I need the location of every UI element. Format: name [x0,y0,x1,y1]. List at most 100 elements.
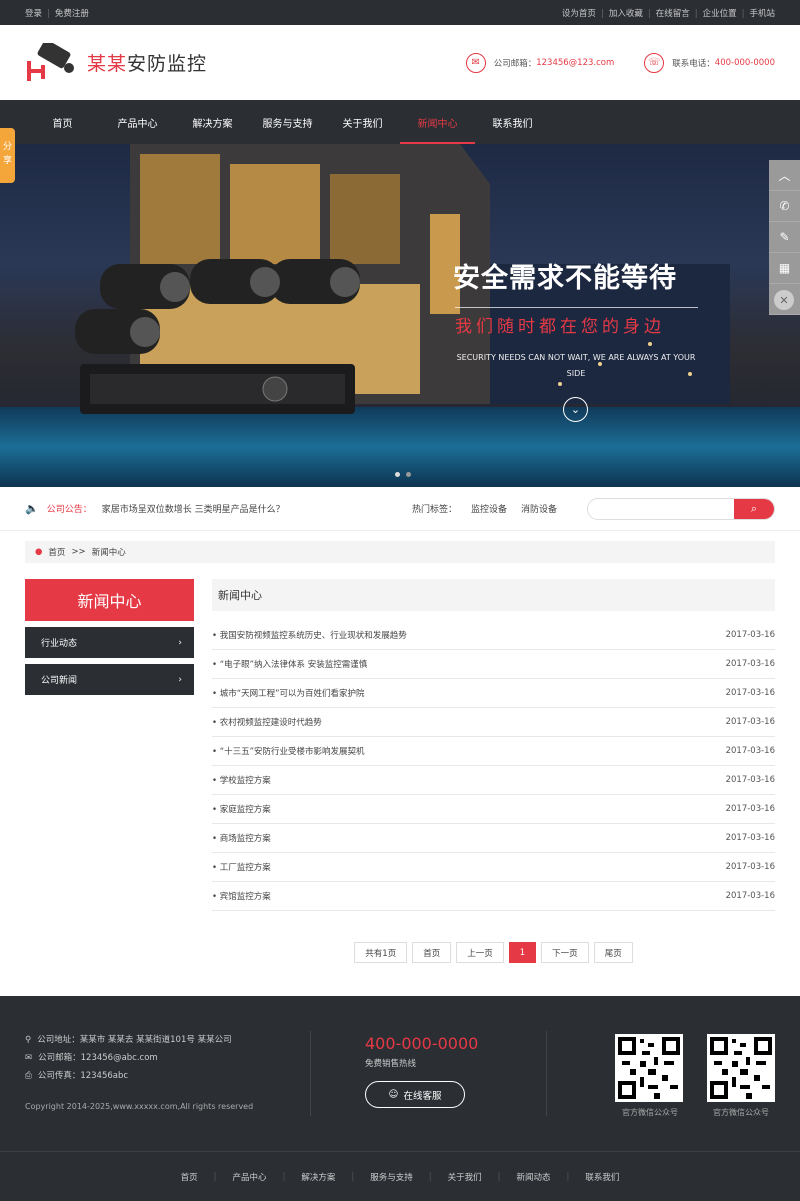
notice-text[interactable]: 家居市场呈双位数增长 三类明星产品是什么？ [102,502,285,515]
list-item[interactable]: • 家庭监控方案 2017-03-16 [212,795,775,824]
share-tab[interactable]: 分享 [0,128,15,183]
list-item[interactable]: • 工厂监控方案 2017-03-16 [212,853,775,882]
main-content: 新闻中心 行业动态 › 公司新闻 › 新闻中心 • 我国安防视频监控系统历史、行业现… [25,579,775,911]
footer-address: 公司地址：某某市 某某去 某某街道101号 某某公司 [37,1035,232,1045]
news-date: 2017-03-16 [725,804,775,814]
footer-contact: ⚲ 公司地址：某某市 某某去 某某街道101号 某某公司 ✉ 公司邮箱：123456… [25,1031,232,1085]
nav-item-products[interactable]: 产品中心 [100,100,175,144]
news-title[interactable]: • 学校监控方案 [212,774,271,786]
nav-item-solutions[interactable]: 解决方案 [175,100,250,144]
nav-item-news[interactable]: 新闻中心 [400,100,475,144]
mobile-site-link[interactable]: 手机站 [749,9,775,19]
footer-hotline-label: 免费销售热线 [365,1059,417,1069]
top-bar: 登录 | 免费注册 设为首页 | 加入收藏 | 在线留言 | 企业位置 | 手机站 [0,0,800,25]
footer-nav-products[interactable]: 产品中心 [232,1171,266,1183]
phone-label: 联系电话： [672,58,715,69]
top-bar-right: 设为首页 | 加入收藏 | 在线留言 | 企业位置 | 手机站 [561,8,775,19]
close-icon[interactable]: ✕ [774,290,794,310]
breadcrumb-current[interactable]: 新闻中心 [92,546,126,558]
nav-item-service[interactable]: 服务与支持 [250,100,325,144]
sidebar-item-company[interactable]: 公司新闻 › [25,664,194,695]
login-link[interactable]: 登录 [25,9,42,19]
list-item[interactable]: • 农村视频监控建设时代趋势 2017-03-16 [212,708,775,737]
mail-icon: ✉ [25,1053,33,1063]
list-item[interactable]: • “十三五”安防行业受楼市影响发展契机 2017-03-16 [212,737,775,766]
phone-value: 400-000-0000 [714,57,775,68]
online-service-button[interactable]: ☺ 在线客服 [365,1081,465,1108]
prev-page-button[interactable]: 上一页 [456,942,504,963]
chevron-down-icon[interactable]: ⌄ [563,397,588,422]
map-icon[interactable]: ▦ [769,253,800,284]
news-title[interactable]: • 我国安防视频监控系统历史、行业现状和发展趋势 [212,629,407,641]
footer-nav-home[interactable]: 首页 [181,1171,198,1183]
banner: 安全需求不能等待 我们随时都在您的身边 SECURITY NEEDS CAN N… [0,144,800,487]
current-page-button[interactable]: 1 [508,942,537,963]
sidebar-item-industry[interactable]: 行业动态 › [25,627,194,658]
header-contacts: ✉ 公司邮箱： 123456@123.com ☏ 联系电话： 400-000-000… [465,52,775,73]
news-title[interactable]: • 城市“天网工程”可以为百姓们看家护院 [212,687,365,699]
news-date: 2017-03-16 [725,688,775,698]
hot-tags: 热门标签： 监控设备 消防设备 [412,502,557,515]
first-page-button[interactable]: 首页 [412,942,452,963]
security-cameras-image [75,259,360,414]
footer-nav: 首页 | 产品中心 | 解决方案 | 服务与支持 | 关于我们 | 新闻动态 | 联系我们 [0,1151,800,1201]
tag-fire[interactable]: 消防设备 [521,502,557,515]
chevron-right-icon: › [178,674,182,685]
location-pin-icon: ⚲ [25,1035,32,1045]
footer-nav-contact[interactable]: 联系我们 [585,1171,619,1183]
set-home-link[interactable]: 设为首页 [562,9,596,19]
news-title[interactable]: • 农村视频监控建设时代趋势 [212,716,322,728]
hot-tags-label: 热门标签： [411,505,457,515]
last-page-button[interactable]: 尾页 [593,942,633,963]
add-favorite-link[interactable]: 加入收藏 [609,9,643,19]
footer-nav-service[interactable]: 服务与支持 [370,1171,413,1183]
qr-code [707,1034,775,1102]
register-link[interactable]: 免费注册 [55,9,89,19]
next-page-button[interactable]: 下一页 [541,942,589,963]
chevron-right-icon: › [178,637,182,648]
camera-logo-icon [27,42,74,81]
news-title[interactable]: • 商场监控方案 [212,832,271,844]
search-box: ⌕ [587,497,775,520]
nav-item-home[interactable]: 首页 [25,100,100,144]
news-date: 2017-03-16 [725,833,775,843]
phone-icon[interactable]: ✆ [769,191,800,222]
edit-icon[interactable]: ✎ [769,222,800,253]
nav-item-contact[interactable]: 联系我们 [475,100,550,144]
banner-dot[interactable] [395,472,400,477]
news-title[interactable]: • “电子眼”纳入法律体系 安装监控需谨慎 [212,658,367,670]
news-date: 2017-03-16 [725,891,775,901]
news-title[interactable]: • 宾馆监控方案 [212,890,271,902]
list-item[interactable]: • 城市“天网工程”可以为百姓们看家护院 2017-03-16 [212,679,775,708]
footer-nav-solutions[interactable]: 解决方案 [301,1171,335,1183]
breadcrumb-home[interactable]: 首页 [48,546,65,558]
news-list: • 我国安防视频监控系统历史、行业现状和发展趋势 2017-03-16 • “电子… [212,621,775,911]
list-item[interactable]: • “电子眼”纳入法律体系 安装监控需谨慎 2017-03-16 [212,650,775,679]
footer-nav-about[interactable]: 关于我们 [448,1171,482,1183]
email-value[interactable]: 123456@123.com [536,58,614,68]
chevron-up-icon[interactable]: ︿ [769,160,800,191]
news-title[interactable]: • 家庭监控方案 [212,803,271,815]
search-input[interactable] [588,498,734,519]
news-date: 2017-03-16 [725,659,775,669]
sidebar-item-label: 行业动态 [41,639,78,649]
speaker-icon: 🔈 [25,502,39,515]
tag-monitoring[interactable]: 监控设备 [471,502,507,515]
logo[interactable]: 某某安防监控 [25,42,207,83]
company-location-link[interactable]: 企业位置 [703,9,737,19]
page-count: 共有1页 [354,942,408,963]
list-item[interactable]: • 学校监控方案 2017-03-16 [212,766,775,795]
search-button[interactable]: ⌕ [734,498,774,519]
list-item[interactable]: • 商场监控方案 2017-03-16 [212,824,775,853]
online-message-link[interactable]: 在线留言 [656,9,690,19]
banner-dot[interactable] [406,472,411,477]
nav-item-about[interactable]: 关于我们 [325,100,400,144]
news-title[interactable]: • 工厂监控方案 [212,861,271,873]
location-pin-icon: ● [35,547,43,557]
banner-title: 安全需求不能等待 [453,263,677,294]
list-item[interactable]: • 宾馆监控方案 2017-03-16 [212,882,775,911]
notice-bar: 🔈 公司公告： 家居市场呈双位数增长 三类明星产品是什么？ 热门标签： 监控设备… [0,487,800,531]
list-item[interactable]: • 我国安防视频监控系统历史、行业现状和发展趋势 2017-03-16 [212,621,775,650]
footer-nav-news[interactable]: 新闻动态 [517,1171,551,1183]
news-title[interactable]: • “十三五”安防行业受楼市影响发展契机 [212,745,365,757]
